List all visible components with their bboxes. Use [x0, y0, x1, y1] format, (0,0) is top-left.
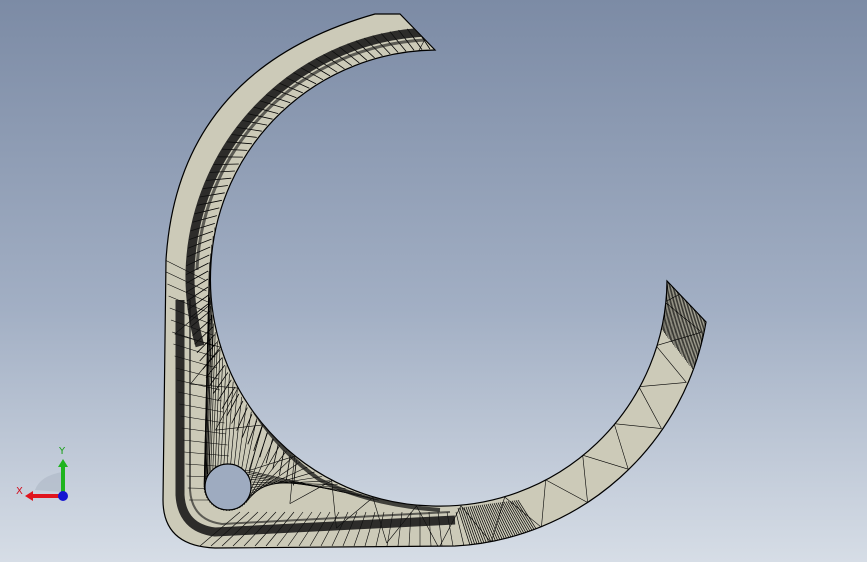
- mesh-edge: [583, 89, 630, 105]
- mesh-edge: [506, 31, 544, 62]
- part-model[interactable]: [0, 0, 867, 562]
- mounting-hole: [204, 463, 252, 511]
- mesh-edge: [462, 15, 494, 53]
- mesh-edge: [614, 90, 630, 136]
- mesh-edge: [440, 14, 463, 53]
- mesh-edge: [639, 172, 688, 178]
- mesh-edge: [639, 130, 663, 173]
- mesh-edge: [664, 227, 703, 258]
- y-axis-arrowhead: [58, 459, 68, 467]
- mesh-edge: [546, 56, 590, 80]
- mesh-edge: [656, 213, 703, 228]
- x-axis-arrowhead: [25, 491, 33, 501]
- graphics-viewport[interactable]: X Y: [0, 0, 867, 562]
- x-axis-label: X: [16, 486, 23, 497]
- mesh-edge: [656, 177, 688, 215]
- mesh-edge: [542, 31, 548, 79]
- mesh-edge: [492, 15, 507, 62]
- mesh-edge: [615, 130, 663, 136]
- mesh-edge: [583, 56, 590, 104]
- coordinate-triad: X Y: [10, 440, 80, 510]
- y-axis-label: Y: [58, 446, 66, 457]
- mesh-edge: [664, 257, 706, 281]
- triad-plane-shading: [35, 472, 62, 492]
- z-axis-dot: [58, 491, 68, 501]
